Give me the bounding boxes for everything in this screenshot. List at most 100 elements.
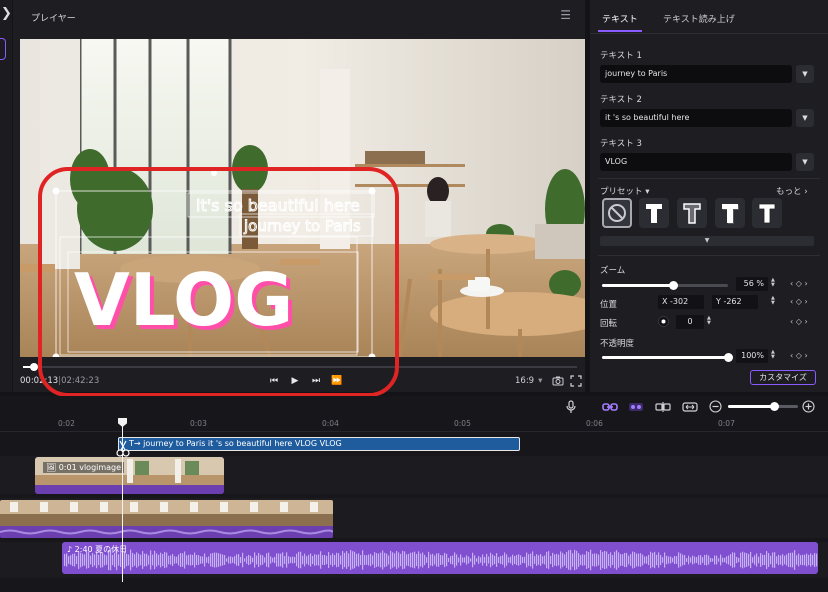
snap-icon[interactable] (628, 401, 644, 413)
opacity-slider-handle[interactable] (724, 353, 733, 362)
text1-dropdown-icon[interactable]: ▼ (796, 65, 814, 83)
rotation-dial-icon[interactable] (658, 316, 669, 327)
text2-input[interactable]: it 's so beautiful here (600, 109, 792, 127)
preset-style-4-icon[interactable] (752, 198, 782, 228)
opacity-slider[interactable] (602, 353, 733, 362)
divider (598, 255, 820, 256)
zoom-label: ズーム (600, 266, 626, 276)
preset-style-1-icon[interactable] (639, 198, 669, 228)
fullscreen-play-icon[interactable]: ⏩ (331, 374, 343, 388)
fit-timeline-icon[interactable] (682, 401, 698, 413)
overlay-main: VLOG (74, 258, 293, 342)
position-stepper-icon[interactable]: ▲ ▼ (771, 296, 775, 306)
text-clip[interactable]: T→ journey to Paris it 's so beautiful h… (118, 437, 520, 451)
zoom-slider-handle[interactable] (669, 281, 678, 290)
zoom-value: 56 (743, 279, 754, 288)
play-icon[interactable]: ▶ (289, 374, 301, 388)
timeline-toolbar (0, 396, 828, 418)
position-keyframe-icon[interactable]: ‹ ◇ › (790, 297, 808, 306)
overlay-line2: journey to Paris (243, 217, 361, 235)
preset-label-text: プリセット (600, 187, 643, 197)
zoom-input[interactable]: 56 % (736, 277, 768, 291)
video-clip-thumbnails (0, 500, 333, 538)
preset-style-3-icon[interactable] (715, 198, 745, 228)
ruler-tick: 0:07 (718, 419, 735, 428)
image-clip-text: 0:01 vlogimage (58, 463, 122, 472)
position-y-value: -262 (723, 297, 742, 306)
image-icon: 🖼 (46, 463, 57, 472)
customize-button[interactable]: カスタマイズ (750, 370, 816, 385)
timeline-zoom-slider[interactable] (728, 402, 798, 411)
divider (598, 178, 820, 179)
fullscreen-icon[interactable] (570, 375, 582, 387)
opacity-stepper-icon[interactable]: ▲ ▼ (771, 350, 775, 360)
aspect-ratio-value: 16:9 (515, 376, 535, 386)
preset-none-icon[interactable] (602, 198, 632, 228)
zoom-slider-fill (602, 284, 673, 287)
scrubber-handle[interactable] (30, 363, 38, 371)
microphone-icon[interactable] (565, 400, 577, 414)
next-frame-icon[interactable]: ⏭ (310, 374, 322, 388)
preset-label[interactable]: プリセット ▾ (600, 185, 650, 197)
position-label: 位置 (600, 300, 618, 310)
opacity-keyframe-icon[interactable]: ‹ ◇ › (790, 351, 808, 360)
zoom-in-icon[interactable] (802, 400, 815, 413)
text-clip-label: journey to Paris it 's so beautiful here… (143, 439, 342, 448)
left-collapsed-panel: ❯ (0, 0, 12, 392)
opacity-slider-fill (602, 356, 728, 359)
player-title: プレイヤー (31, 14, 76, 24)
tab-text[interactable]: テキスト (602, 12, 638, 25)
text3-label: テキスト 3 (600, 139, 642, 149)
zoom-keyframe-icon[interactable]: ‹ ◇ › (790, 279, 808, 288)
player-panel: プレイヤー ☰ it's so beautiful here journey t… (13, 0, 585, 392)
overlay-line1: it's so beautiful here (196, 196, 360, 215)
timecode: 00:02:13|02:42:23 (20, 376, 99, 386)
expand-presets-icon[interactable]: ▼ (600, 236, 814, 246)
panel-tabs: テキスト テキスト読み上げ (590, 0, 828, 34)
more-presets-link[interactable]: もっと › (776, 185, 808, 197)
preset-style-2-icon[interactable] (677, 198, 707, 228)
rotation-input[interactable]: 0 (676, 315, 704, 329)
opacity-input[interactable]: 100% (736, 349, 768, 363)
audio-clip[interactable]: ♪ 2:40 夏の休日 (62, 542, 818, 574)
preset-dropdown-icon: ▾ (645, 187, 650, 197)
rotation-stepper-icon[interactable]: ▲ ▼ (707, 316, 711, 326)
ruler-tick: 0:06 (586, 419, 603, 428)
properties-panel: テキスト テキスト読み上げ テキスト 1 journey to Paris ▼ … (590, 0, 828, 392)
zoom-slider[interactable] (602, 281, 728, 290)
snapshot-camera-icon[interactable] (552, 375, 564, 387)
rotation-label: 回転 (600, 319, 618, 329)
tab-text-to-speech[interactable]: テキスト読み上げ (663, 12, 735, 25)
music-note-icon: ♪ (67, 545, 73, 554)
total-time: 02:42:23 (61, 376, 100, 386)
image-clip-label: 🖼 0:01 vlogimage (43, 462, 125, 473)
aspect-ratio-select[interactable]: 16:9 ▾ (515, 376, 542, 386)
text3-dropdown-icon[interactable]: ▼ (796, 153, 814, 171)
zoom-stepper-icon[interactable]: ▲ ▼ (771, 278, 775, 288)
video-clip[interactable] (0, 500, 333, 538)
split-clip-icon[interactable] (655, 401, 671, 413)
playback-scrubber[interactable] (23, 363, 577, 371)
position-x-input[interactable]: X -302 (658, 295, 704, 309)
current-time: 00:02:13 (20, 376, 59, 386)
zoom-out-icon[interactable] (709, 400, 722, 413)
video-preview[interactable]: it's so beautiful here journey to Paris … (20, 39, 585, 357)
timeline-zoom-fill (728, 405, 774, 408)
expand-panel-icon[interactable]: ❯ (1, 4, 12, 24)
text2-dropdown-icon[interactable]: ▼ (796, 109, 814, 127)
position-x-label: X (662, 297, 668, 306)
image-clip[interactable]: 🖼 0:01 vlogimage (35, 457, 224, 494)
prev-frame-icon[interactable]: ⏮ (268, 374, 280, 388)
link-clips-icon[interactable] (602, 401, 618, 413)
menu-icon[interactable]: ☰ (560, 8, 571, 22)
zoom-unit: % (756, 279, 764, 288)
text3-input[interactable]: VLOG (600, 153, 792, 171)
editor-root: { "player": { "title": "プレイヤー", "overlay… (0, 0, 828, 592)
scissors-icon[interactable] (115, 438, 131, 458)
active-tab-indicator (598, 30, 642, 32)
timeline-zoom-handle[interactable] (770, 402, 779, 411)
left-panel-tab[interactable] (0, 38, 6, 60)
position-y-input[interactable]: Y -262 (712, 295, 758, 309)
text1-input[interactable]: journey to Paris (600, 65, 792, 83)
rotation-keyframe-icon[interactable]: ‹ ◇ › (790, 317, 808, 326)
